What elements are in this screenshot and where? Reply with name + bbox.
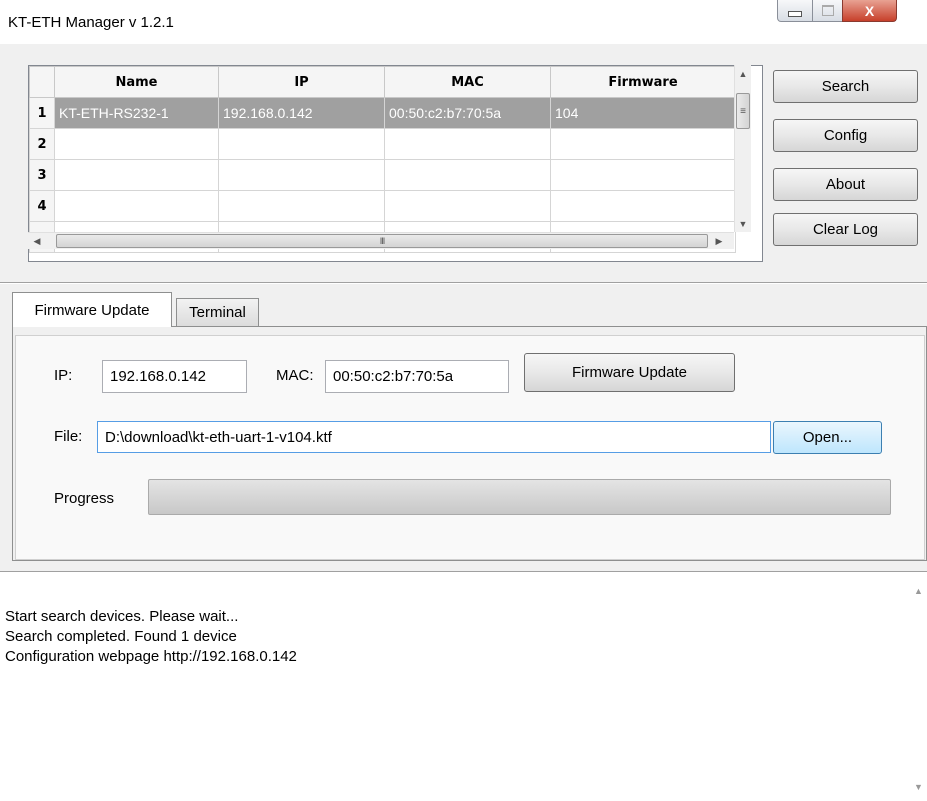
minimize-icon <box>788 10 802 17</box>
file-path-field[interactable]: D:\download\kt-eth-uart-1-v104.ktf <box>97 421 771 453</box>
log-line: Start search devices. Please wait... <box>5 608 239 625</box>
progress-bar <box>148 479 891 515</box>
mac-label: MAC: <box>276 367 314 384</box>
table-corner <box>29 66 55 98</box>
scroll-right-icon[interactable]: ▶ <box>712 234 726 249</box>
table-vertical-scrollbar[interactable]: ▲ ≡ ▼ <box>734 65 751 232</box>
cell-name[interactable] <box>54 159 219 191</box>
log-text: Start search devices. Please wait... Sea… <box>5 607 297 667</box>
cell-firmware[interactable]: 104 <box>550 97 736 129</box>
log-vertical-scrollbar[interactable]: ▲ ▼ <box>910 572 927 800</box>
log-line: Configuration webpage http://192.168.0.1… <box>5 648 297 665</box>
cell-name[interactable]: KT-ETH-RS232-1 <box>54 97 219 129</box>
column-header-name[interactable]: Name <box>54 66 219 98</box>
cell-firmware[interactable] <box>550 190 736 222</box>
tab-firmware-update[interactable]: Firmware Update <box>12 292 172 327</box>
minimize-button[interactable] <box>777 0 813 22</box>
table-row[interactable]: 4 <box>29 190 736 222</box>
column-header-ip[interactable]: IP <box>218 66 385 98</box>
log-line: Search completed. Found 1 device <box>5 628 237 645</box>
scroll-left-icon[interactable]: ◀ <box>30 234 44 249</box>
open-file-button[interactable]: Open... <box>773 421 882 454</box>
table-horizontal-scrollbar[interactable]: ◀ III ▶ <box>28 232 734 249</box>
cell-ip[interactable]: 192.168.0.142 <box>218 97 385 129</box>
about-button[interactable]: About <box>773 168 918 201</box>
cell-mac[interactable]: 00:50:c2:b7:70:5a <box>384 97 551 129</box>
scroll-down-icon[interactable]: ▼ <box>735 217 751 231</box>
scroll-thumb[interactable]: III <box>56 234 708 248</box>
table-row[interactable]: 1 KT-ETH-RS232-1 192.168.0.142 00:50:c2:… <box>29 97 736 129</box>
table-row[interactable]: 2 <box>29 128 736 160</box>
cell-ip[interactable] <box>218 159 385 191</box>
table-header-row: Name IP MAC Firmware <box>29 66 736 98</box>
config-button[interactable]: Config <box>773 119 918 152</box>
search-button[interactable]: Search <box>773 70 918 103</box>
mac-field[interactable]: 00:50:c2:b7:70:5a <box>325 360 509 393</box>
table-row[interactable]: 3 <box>29 159 736 191</box>
cell-mac[interactable] <box>384 159 551 191</box>
ip-field[interactable]: 192.168.0.142 <box>102 360 247 393</box>
cell-name[interactable] <box>54 190 219 222</box>
close-button[interactable]: X <box>842 0 897 22</box>
scroll-thumb[interactable]: ≡ <box>736 93 750 129</box>
cell-ip[interactable] <box>218 128 385 160</box>
cell-firmware[interactable] <box>550 128 736 160</box>
scroll-up-icon[interactable]: ▲ <box>735 67 751 81</box>
file-label: File: <box>54 428 83 445</box>
maximize-icon <box>821 5 834 16</box>
cell-mac[interactable] <box>384 190 551 222</box>
row-number[interactable]: 2 <box>29 128 55 160</box>
window-title: KT-ETH Manager v 1.2.1 <box>8 14 174 31</box>
row-number[interactable]: 1 <box>29 97 55 129</box>
scroll-up-icon[interactable]: ▲ <box>910 584 927 598</box>
maximize-button[interactable] <box>812 0 843 22</box>
row-number[interactable]: 4 <box>29 190 55 222</box>
log-area[interactable] <box>0 571 927 801</box>
cell-mac[interactable] <box>384 128 551 160</box>
tab-terminal[interactable]: Terminal <box>176 298 259 326</box>
column-header-mac[interactable]: MAC <box>384 66 551 98</box>
splitter[interactable] <box>0 282 927 284</box>
ip-label: IP: <box>54 367 73 384</box>
progress-label: Progress <box>54 490 115 507</box>
firmware-update-button[interactable]: Firmware Update <box>524 353 735 392</box>
cell-firmware[interactable] <box>550 159 736 191</box>
clear-log-button[interactable]: Clear Log <box>773 213 918 246</box>
scroll-down-icon[interactable]: ▼ <box>910 780 927 794</box>
column-header-firmware[interactable]: Firmware <box>550 66 736 98</box>
close-icon: X <box>864 2 875 19</box>
row-number[interactable]: 3 <box>29 159 55 191</box>
cell-name[interactable] <box>54 128 219 160</box>
cell-ip[interactable] <box>218 190 385 222</box>
